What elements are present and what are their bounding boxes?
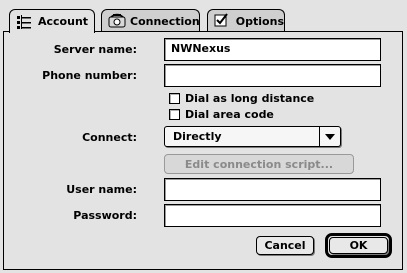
dial-area-code-checkbox[interactable]: Dial area code: [169, 108, 274, 121]
connection-icon: [108, 13, 126, 29]
tab-account[interactable]: Account: [9, 9, 95, 33]
password-label: Password:: [73, 209, 137, 222]
dial-long-distance-checkbox[interactable]: Dial as long distance: [169, 92, 314, 105]
phone-number-field[interactable]: [164, 64, 381, 87]
connect-label: Connect:: [82, 131, 137, 144]
dial-long-distance-box[interactable]: [169, 93, 180, 104]
server-name-label: Server name:: [53, 43, 137, 56]
options-icon: [214, 13, 230, 29]
password-field[interactable]: [164, 204, 381, 227]
server-name-field[interactable]: NWNexus: [164, 38, 381, 61]
tab-options[interactable]: Options: [207, 9, 285, 32]
phone-number-label: Phone number:: [42, 69, 137, 82]
dial-area-code-label: Dial area code: [185, 108, 274, 121]
connect-popup[interactable]: Directly: [164, 126, 341, 147]
chevron-down-icon[interactable]: [319, 127, 340, 146]
tab-options-label: Options: [235, 14, 284, 28]
user-name-label: User name:: [66, 183, 137, 196]
dial-long-distance-label: Dial as long distance: [185, 92, 315, 105]
user-name-field[interactable]: [164, 178, 381, 201]
tab-connection[interactable]: Connection: [101, 9, 200, 32]
ok-button[interactable]: OK: [329, 237, 388, 254]
tab-connection-label: Connection: [130, 14, 200, 28]
cancel-button[interactable]: Cancel: [256, 236, 314, 255]
tab-account-label: Account: [38, 15, 89, 28]
account-icon: [16, 14, 32, 30]
edit-connection-script-button[interactable]: Edit connection script...: [164, 154, 354, 174]
connect-value: Directly: [173, 130, 222, 143]
dial-area-code-box[interactable]: [169, 109, 180, 120]
